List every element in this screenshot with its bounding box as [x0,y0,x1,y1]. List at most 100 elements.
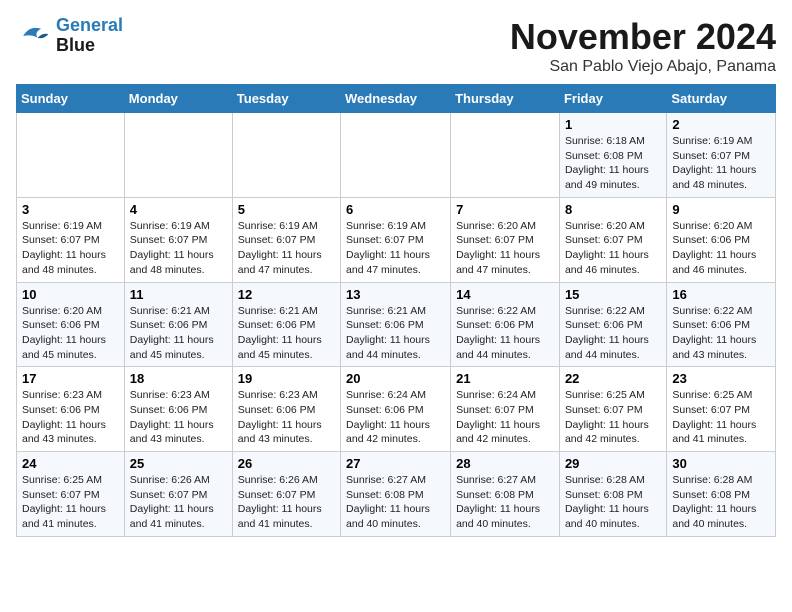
location-subtitle: San Pablo Viejo Abajo, Panama [510,58,776,76]
day-info: Sunrise: 6:25 AM Sunset: 6:07 PM Dayligh… [672,388,770,447]
calendar-cell: 24 Sunrise: 6:25 AM Sunset: 6:07 PM Dayli… [17,452,125,537]
calendar-cell: 27 Sunrise: 6:27 AM Sunset: 6:08 PM Dayli… [341,452,451,537]
day-number: 3 [22,202,119,217]
day-info: Sunrise: 6:25 AM Sunset: 6:07 PM Dayligh… [22,473,119,532]
day-info: Sunrise: 6:21 AM Sunset: 6:06 PM Dayligh… [346,304,445,363]
calendar-week-5: 24 Sunrise: 6:25 AM Sunset: 6:07 PM Dayli… [17,452,776,537]
day-info: Sunrise: 6:20 AM Sunset: 6:06 PM Dayligh… [672,219,770,278]
day-info: Sunrise: 6:20 AM Sunset: 6:07 PM Dayligh… [565,219,661,278]
calendar-cell: 2 Sunrise: 6:19 AM Sunset: 6:07 PM Daylig… [667,113,776,198]
day-info: Sunrise: 6:19 AM Sunset: 6:07 PM Dayligh… [346,219,445,278]
day-header-friday: Friday [559,85,666,113]
day-number: 16 [672,287,770,302]
calendar-week-2: 3 Sunrise: 6:19 AM Sunset: 6:07 PM Daylig… [17,197,776,282]
day-number: 4 [130,202,227,217]
day-info: Sunrise: 6:24 AM Sunset: 6:07 PM Dayligh… [456,388,554,447]
day-number: 27 [346,456,445,471]
logo: General Blue [16,16,123,56]
calendar-cell: 9 Sunrise: 6:20 AM Sunset: 6:06 PM Daylig… [667,197,776,282]
calendar-cell: 3 Sunrise: 6:19 AM Sunset: 6:07 PM Daylig… [17,197,125,282]
calendar-cell: 4 Sunrise: 6:19 AM Sunset: 6:07 PM Daylig… [124,197,232,282]
calendar-week-4: 17 Sunrise: 6:23 AM Sunset: 6:06 PM Dayli… [17,367,776,452]
day-header-saturday: Saturday [667,85,776,113]
logo-icon [16,18,52,54]
day-info: Sunrise: 6:27 AM Sunset: 6:08 PM Dayligh… [456,473,554,532]
day-number: 11 [130,287,227,302]
calendar-cell: 29Sunrise: 6:28 AM Sunset: 6:08 PM Dayli… [559,452,666,537]
day-number: 13 [346,287,445,302]
day-number: 5 [238,202,335,217]
day-info: Sunrise: 6:23 AM Sunset: 6:06 PM Dayligh… [22,388,119,447]
day-number: 22 [565,371,661,386]
day-number: 19 [238,371,335,386]
day-header-tuesday: Tuesday [232,85,340,113]
day-info: Sunrise: 6:20 AM Sunset: 6:07 PM Dayligh… [456,219,554,278]
day-info: Sunrise: 6:24 AM Sunset: 6:06 PM Dayligh… [346,388,445,447]
day-info: Sunrise: 6:19 AM Sunset: 6:07 PM Dayligh… [672,134,770,193]
day-info: Sunrise: 6:21 AM Sunset: 6:06 PM Dayligh… [238,304,335,363]
calendar-week-1: 1 Sunrise: 6:18 AM Sunset: 6:08 PM Daylig… [17,113,776,198]
day-info: Sunrise: 6:19 AM Sunset: 6:07 PM Dayligh… [238,219,335,278]
day-info: Sunrise: 6:23 AM Sunset: 6:06 PM Dayligh… [130,388,227,447]
calendar-cell: 12Sunrise: 6:21 AM Sunset: 6:06 PM Dayli… [232,282,340,367]
day-number: 25 [130,456,227,471]
day-header-thursday: Thursday [451,85,560,113]
day-number: 10 [22,287,119,302]
calendar-cell: 6Sunrise: 6:19 AM Sunset: 6:07 PM Daylig… [341,197,451,282]
calendar-cell: 21 Sunrise: 6:24 AM Sunset: 6:07 PM Dayli… [451,367,560,452]
day-info: Sunrise: 6:26 AM Sunset: 6:07 PM Dayligh… [130,473,227,532]
calendar-cell: 17 Sunrise: 6:23 AM Sunset: 6:06 PM Dayli… [17,367,125,452]
day-number: 26 [238,456,335,471]
calendar-cell: 10 Sunrise: 6:20 AM Sunset: 6:06 PM Dayli… [17,282,125,367]
calendar-cell: 14 Sunrise: 6:22 AM Sunset: 6:06 PM Dayli… [451,282,560,367]
day-number: 7 [456,202,554,217]
month-title: November 2024 [510,16,776,58]
calendar-cell: 28Sunrise: 6:27 AM Sunset: 6:08 PM Dayli… [451,452,560,537]
calendar-table: SundayMondayTuesdayWednesdayThursdayFrid… [16,84,776,537]
calendar-cell: 19 Sunrise: 6:23 AM Sunset: 6:06 PM Dayli… [232,367,340,452]
calendar-cell: 15Sunrise: 6:22 AM Sunset: 6:06 PM Dayli… [559,282,666,367]
day-info: Sunrise: 6:22 AM Sunset: 6:06 PM Dayligh… [672,304,770,363]
calendar-cell: 8Sunrise: 6:20 AM Sunset: 6:07 PM Daylig… [559,197,666,282]
calendar-cell: 16 Sunrise: 6:22 AM Sunset: 6:06 PM Dayli… [667,282,776,367]
day-number: 15 [565,287,661,302]
day-header-sunday: Sunday [17,85,125,113]
day-number: 24 [22,456,119,471]
calendar-cell [451,113,560,198]
day-info: Sunrise: 6:18 AM Sunset: 6:08 PM Dayligh… [565,134,661,193]
calendar-cell [341,113,451,198]
logo-text: General Blue [56,16,123,56]
day-number: 20 [346,371,445,386]
day-number: 1 [565,117,661,132]
day-info: Sunrise: 6:23 AM Sunset: 6:06 PM Dayligh… [238,388,335,447]
calendar-cell: 18 Sunrise: 6:23 AM Sunset: 6:06 PM Dayli… [124,367,232,452]
calendar-cell: 22Sunrise: 6:25 AM Sunset: 6:07 PM Dayli… [559,367,666,452]
calendar-cell: 26 Sunrise: 6:26 AM Sunset: 6:07 PM Dayli… [232,452,340,537]
day-info: Sunrise: 6:26 AM Sunset: 6:07 PM Dayligh… [238,473,335,532]
day-number: 21 [456,371,554,386]
calendar-header-row: SundayMondayTuesdayWednesdayThursdayFrid… [17,85,776,113]
day-number: 9 [672,202,770,217]
day-number: 18 [130,371,227,386]
page-header: General Blue November 2024 San Pablo Vie… [16,16,776,76]
calendar-cell: 30 Sunrise: 6:28 AM Sunset: 6:08 PM Dayli… [667,452,776,537]
day-number: 30 [672,456,770,471]
day-info: Sunrise: 6:19 AM Sunset: 6:07 PM Dayligh… [130,219,227,278]
day-number: 2 [672,117,770,132]
day-info: Sunrise: 6:20 AM Sunset: 6:06 PM Dayligh… [22,304,119,363]
day-info: Sunrise: 6:27 AM Sunset: 6:08 PM Dayligh… [346,473,445,532]
day-number: 14 [456,287,554,302]
day-number: 17 [22,371,119,386]
calendar-week-3: 10 Sunrise: 6:20 AM Sunset: 6:06 PM Dayli… [17,282,776,367]
calendar-cell: 20 Sunrise: 6:24 AM Sunset: 6:06 PM Dayli… [341,367,451,452]
calendar-cell [124,113,232,198]
day-header-wednesday: Wednesday [341,85,451,113]
day-info: Sunrise: 6:28 AM Sunset: 6:08 PM Dayligh… [672,473,770,532]
calendar-cell [232,113,340,198]
calendar-cell: 7 Sunrise: 6:20 AM Sunset: 6:07 PM Daylig… [451,197,560,282]
calendar-cell: 23Sunrise: 6:25 AM Sunset: 6:07 PM Dayli… [667,367,776,452]
day-info: Sunrise: 6:22 AM Sunset: 6:06 PM Dayligh… [456,304,554,363]
day-info: Sunrise: 6:21 AM Sunset: 6:06 PM Dayligh… [130,304,227,363]
day-info: Sunrise: 6:19 AM Sunset: 6:07 PM Dayligh… [22,219,119,278]
calendar-cell: 13 Sunrise: 6:21 AM Sunset: 6:06 PM Dayli… [341,282,451,367]
